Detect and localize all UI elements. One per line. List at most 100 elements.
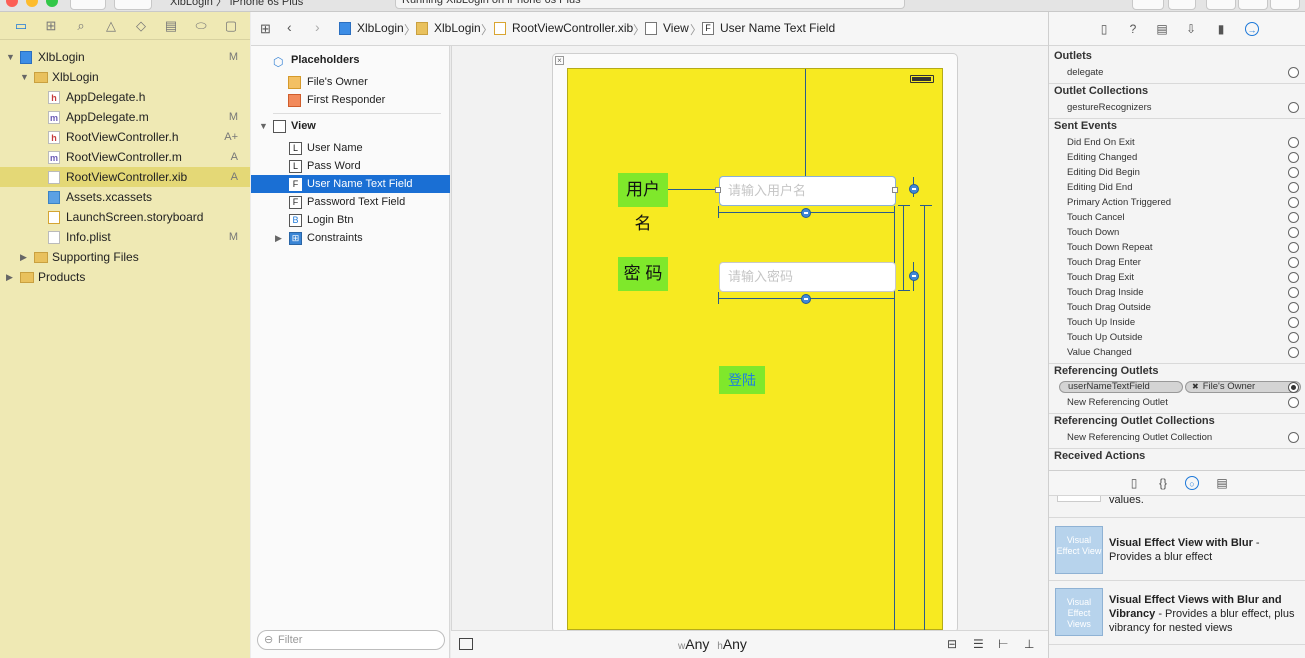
toggle-debug-button[interactable] (1238, 0, 1268, 10)
sent-event-row[interactable]: Touch Drag Inside (1067, 285, 1299, 300)
outline-item[interactable]: F User Name Text Field (251, 175, 450, 193)
connection-circle-icon[interactable] (1288, 137, 1299, 148)
sent-event-row[interactable]: Touch Drag Enter (1067, 255, 1299, 270)
connection-circle-icon[interactable] (1288, 397, 1299, 408)
test-icon[interactable]: ◇ (126, 18, 156, 34)
search-icon[interactable]: ⌕ (66, 18, 96, 34)
toggle-utilities-button[interactable] (1270, 0, 1300, 10)
username-label[interactable]: 用户名 (618, 173, 668, 233)
constraint-handle-icon[interactable] (801, 208, 811, 218)
jump-crumb-view[interactable]: View (663, 21, 689, 35)
connections-inspector-icon[interactable]: → (1245, 22, 1259, 36)
root-view[interactable]: 用户名 密 码 请输入用户名 请输入密码 登陆 (567, 68, 943, 631)
jump-crumb-element[interactable]: User Name Text Field (720, 21, 835, 35)
stack-icon[interactable]: ⊟ (947, 637, 963, 651)
folder-icon[interactable]: ▭ (6, 18, 36, 34)
navigator-row[interactable]: h RootViewController.h A+ (0, 127, 250, 147)
disclosure-open-icon[interactable]: ▼ (6, 47, 15, 67)
connection-circle-icon[interactable] (1288, 432, 1299, 443)
navigator-row[interactable]: m RootViewController.m A (0, 147, 250, 167)
warning-icon[interactable]: △ (96, 18, 126, 34)
outline-item[interactable]: B Login Btn (251, 211, 450, 229)
disclosure-closed-icon[interactable]: ▶ (6, 267, 13, 287)
navigator-row[interactable]: Info.plist M (0, 227, 250, 247)
connection-circle-icon[interactable] (1288, 212, 1299, 223)
outline-view[interactable]: ▼ View (251, 117, 450, 135)
object-library-icon[interactable]: ○ (1185, 476, 1199, 490)
toggle-navigator-button[interactable] (1206, 0, 1236, 10)
forward-arrow-icon[interactable]: › (315, 19, 320, 35)
navigator-row[interactable]: LaunchScreen.storyboard (0, 207, 250, 227)
disclosure-closed-icon[interactable]: ▶ (275, 229, 282, 247)
connection-circle-icon[interactable] (1288, 317, 1299, 328)
outlet-collection-row[interactable]: gestureRecognizers (1067, 100, 1299, 115)
back-button[interactable] (1168, 0, 1196, 10)
outline-constraints[interactable]: ▶ ⊞ Constraints (251, 229, 450, 247)
constraint-handle-icon[interactable] (909, 271, 919, 281)
connection-circle-icon[interactable] (1288, 242, 1299, 253)
connection-outlet-pill[interactable]: userNameTextField (1059, 381, 1183, 393)
navigator-row[interactable]: ▼ XlbLogin M (0, 47, 250, 67)
connection-circle-icon[interactable] (1288, 257, 1299, 268)
connection-circle-icon[interactable] (1288, 347, 1299, 358)
close-scene-icon[interactable]: × (555, 56, 564, 65)
resize-handle[interactable] (892, 187, 898, 193)
sent-event-row[interactable]: Touch Cancel (1067, 210, 1299, 225)
size-class-control[interactable]: wAny hAny (678, 636, 747, 652)
version-editor-button[interactable] (1132, 0, 1164, 10)
related-items-icon[interactable]: ⊞ (260, 21, 271, 37)
run-button[interactable] (70, 0, 106, 10)
outline-item[interactable]: F Password Text Field (251, 193, 450, 211)
new-referencing-outlet-row[interactable]: New Referencing Outlet (1067, 395, 1299, 410)
connection-circle-icon[interactable] (1288, 302, 1299, 313)
sent-event-row[interactable]: Touch Drag Exit (1067, 270, 1299, 285)
navigator-row[interactable]: RootViewController.xib A (0, 167, 250, 187)
sent-event-row[interactable]: Primary Action Triggered (1067, 195, 1299, 210)
code-snippet-icon[interactable]: {} (1156, 476, 1170, 490)
symbol-navigator-icon[interactable]: ⊞ (36, 18, 66, 34)
sent-event-row[interactable]: Editing Did Begin (1067, 165, 1299, 180)
connection-circle-icon[interactable] (1288, 167, 1299, 178)
connection-circle-icon[interactable] (1288, 227, 1299, 238)
identity-inspector-icon[interactable]: ▤ (1155, 22, 1169, 36)
connection-target-pill[interactable]: ✖ File's Owner (1185, 381, 1301, 393)
toggle-outline-icon[interactable] (459, 638, 473, 650)
sent-event-row[interactable]: Touch Down (1067, 225, 1299, 240)
navigator-row[interactable]: h AppDelegate.h (0, 87, 250, 107)
disclosure-open-icon[interactable]: ▼ (20, 67, 29, 87)
resolve-issues-icon[interactable]: ⊥ (1024, 637, 1040, 651)
file-inspector-icon[interactable]: ▯ (1097, 22, 1111, 36)
sent-event-row[interactable]: Editing Changed (1067, 150, 1299, 165)
align-icon[interactable]: ☰ (973, 637, 989, 651)
connected-circle-icon[interactable] (1288, 382, 1299, 393)
outline-first-responder[interactable]: First Responder (251, 91, 450, 109)
password-label[interactable]: 密 码 (618, 257, 668, 291)
connection-circle-icon[interactable] (1288, 67, 1299, 78)
remove-connection-icon[interactable]: ✖ (1192, 382, 1199, 391)
outlet-row[interactable]: delegate (1067, 65, 1299, 80)
jump-crumb-file[interactable]: RootViewController.xib (512, 21, 633, 35)
pin-icon[interactable]: ⊢ (998, 637, 1014, 651)
connection-circle-icon[interactable] (1288, 287, 1299, 298)
password-text-field[interactable]: 请输入密码 (719, 262, 896, 292)
navigator-row[interactable]: ▶ Products (0, 267, 250, 287)
interface-builder-canvas[interactable]: × 用户名 密 码 请输入用户名 请输入密码 登陆 (451, 46, 1048, 633)
disclosure-open-icon[interactable]: ▼ (259, 117, 268, 135)
connection-circle-icon[interactable] (1288, 102, 1299, 113)
sent-event-row[interactable]: Touch Down Repeat (1067, 240, 1299, 255)
new-referencing-collection-row[interactable]: New Referencing Outlet Collection (1067, 430, 1299, 445)
connection-circle-icon[interactable] (1288, 272, 1299, 283)
jump-crumb-project[interactable]: XlbLogin (357, 21, 404, 35)
sent-event-row[interactable]: Touch Up Outside (1067, 330, 1299, 345)
stop-button[interactable] (114, 0, 152, 10)
sent-event-row[interactable]: Did End On Exit (1067, 135, 1299, 150)
navigator-row[interactable]: m AppDelegate.m M (0, 107, 250, 127)
connection-circle-icon[interactable] (1288, 197, 1299, 208)
login-button[interactable]: 登陆 (719, 366, 765, 394)
outline-item[interactable]: L Pass Word (251, 157, 450, 175)
outline-item[interactable]: L User Name (251, 139, 450, 157)
navigator-row[interactable]: ▼ XlbLogin (0, 67, 250, 87)
attributes-inspector-icon[interactable]: ⇩ (1184, 22, 1198, 36)
zoom-window-button[interactable] (46, 0, 58, 7)
filter-input[interactable]: ⊖ Filter (257, 630, 445, 650)
